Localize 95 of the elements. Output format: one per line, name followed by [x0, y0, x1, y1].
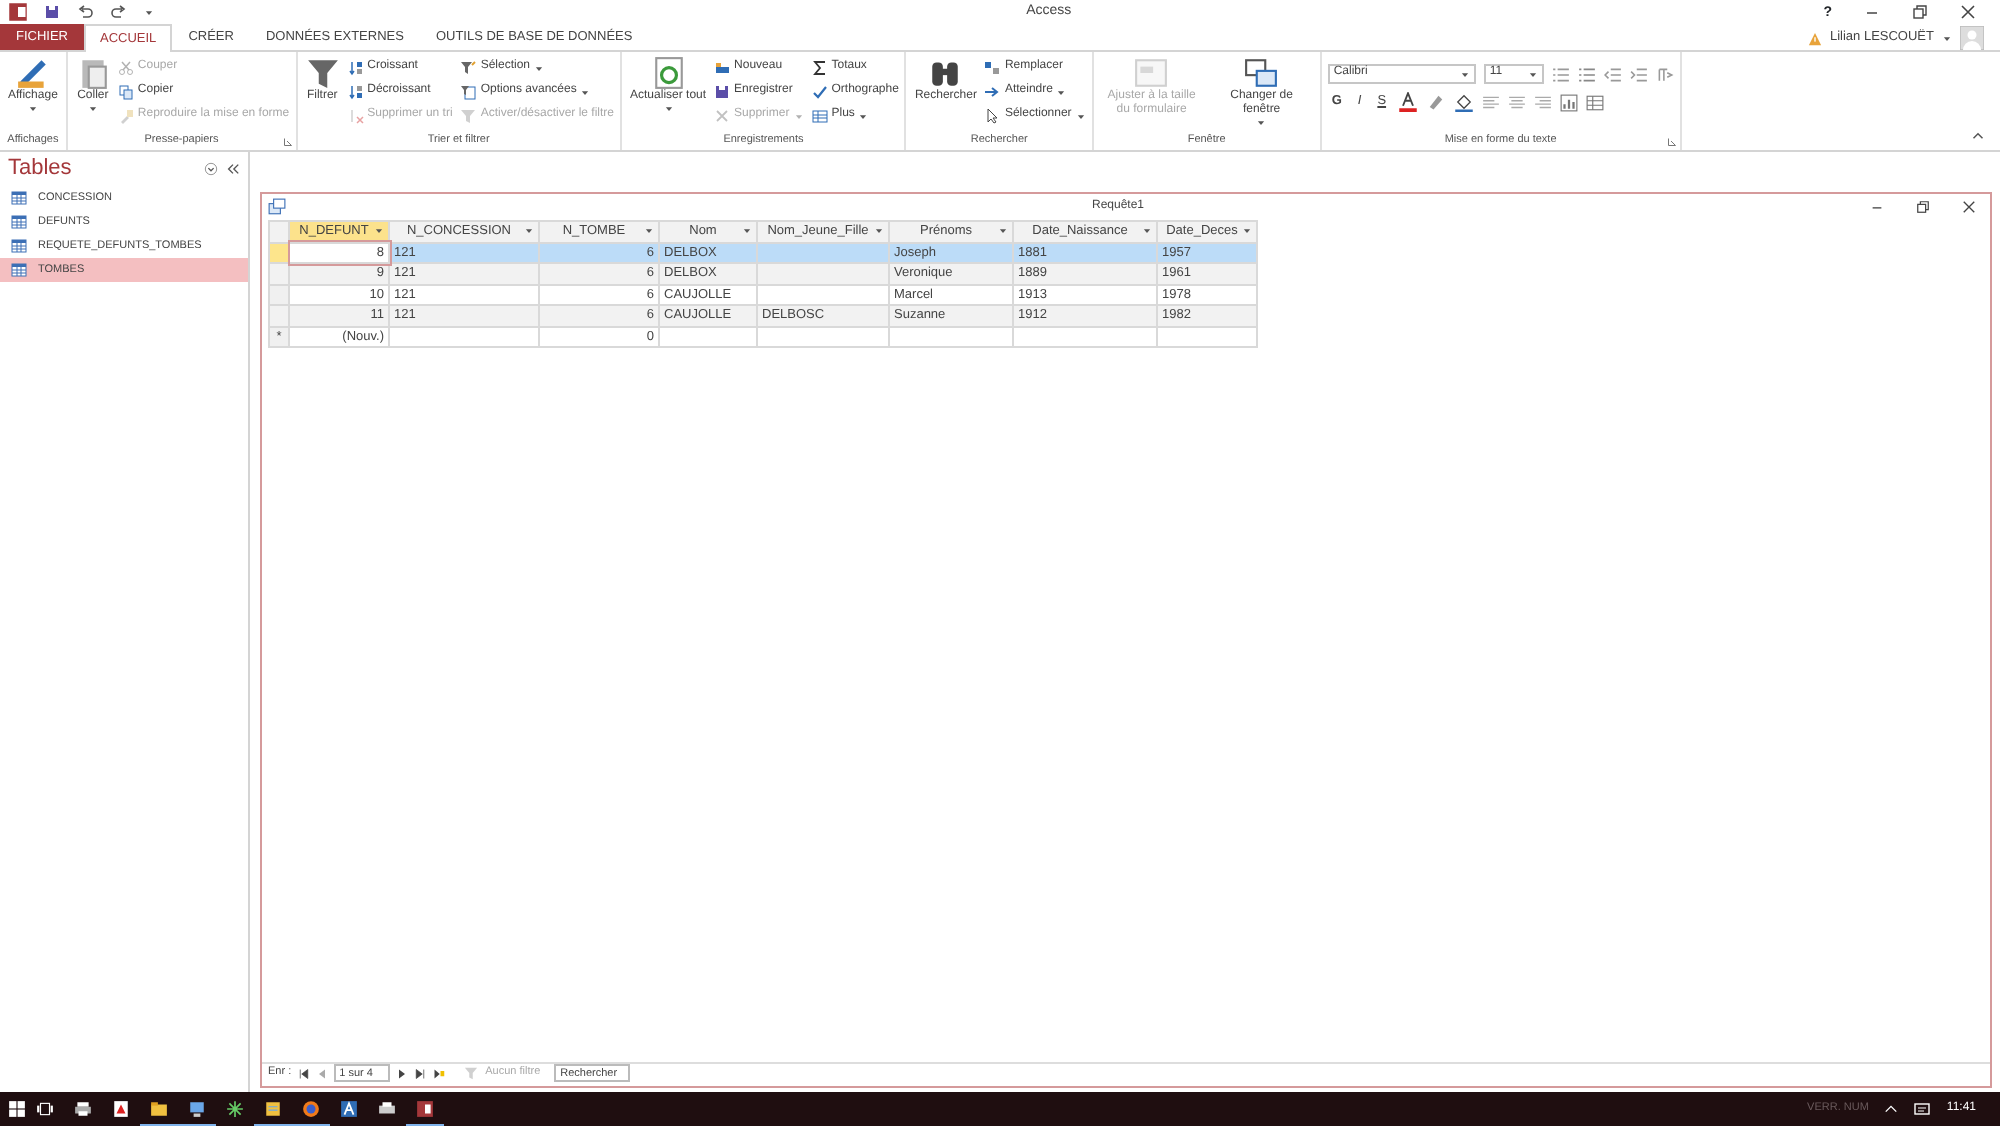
sort-caret-icon[interactable]: [1142, 226, 1152, 237]
caret-icon: [534, 63, 544, 73]
dropdown-circle-icon[interactable]: [204, 162, 218, 177]
sort-caret-icon[interactable]: [998, 226, 1008, 237]
pdf-icon: [112, 1100, 130, 1118]
filter-icon: [463, 1066, 478, 1080]
filter-icon: [460, 108, 477, 124]
app-logo-icon: [8, 2, 28, 22]
numbered-list-icon[interactable]: [1577, 65, 1596, 83]
caret-icon: [1942, 33, 1952, 43]
printer-icon: [378, 1100, 396, 1118]
caret-icon: [793, 111, 804, 121]
highlighter-icon[interactable]: [1426, 92, 1447, 112]
pointer-icon: [984, 108, 1001, 124]
paragraph-direction-icon[interactable]: [1655, 65, 1674, 83]
folder-icon: [150, 1099, 168, 1117]
sort-caret-icon[interactable]: [742, 226, 752, 237]
copy-icon: [117, 84, 134, 100]
globe-icon: [302, 1099, 320, 1117]
new-record-icon[interactable]: [431, 1067, 446, 1079]
undo-icon[interactable]: [76, 4, 94, 20]
notifications-icon[interactable]: [1914, 1101, 1931, 1117]
printer-icon: [74, 1100, 92, 1118]
save-icon[interactable]: [44, 4, 60, 20]
next-record-icon[interactable]: [395, 1067, 408, 1079]
warning-icon: [1807, 31, 1822, 45]
close-icon[interactable]: [1962, 200, 1976, 214]
sparkle-icon: [226, 1100, 244, 1118]
decrease-indent-icon[interactable]: [1603, 65, 1622, 83]
restore-icon[interactable]: [1916, 200, 1930, 214]
checkmark-icon: [811, 84, 828, 100]
filter-icon: [305, 56, 340, 90]
chevron-up-icon[interactable]: [1884, 1102, 1899, 1116]
close-icon[interactable]: [1960, 4, 1976, 20]
network-icon: [188, 1099, 206, 1117]
caret-icon: [1527, 69, 1538, 79]
access-icon: [416, 1099, 434, 1117]
save-icon: [714, 84, 731, 100]
letter-a-icon: [340, 1100, 358, 1118]
caret-icon: [87, 104, 98, 115]
sort-caret-icon[interactable]: [524, 226, 534, 237]
sort-caret-icon[interactable]: [374, 226, 384, 237]
customize-caret-icon[interactable]: [144, 7, 154, 17]
gridlines-icon[interactable]: [1586, 93, 1605, 111]
sort-caret-icon[interactable]: [644, 226, 654, 237]
task-view-icon: [36, 1100, 54, 1118]
collapse-pane-icon[interactable]: [226, 162, 240, 177]
caret-icon: [1075, 111, 1086, 121]
restore-icon[interactable]: [1912, 4, 1928, 20]
collapse-ribbon-icon[interactable]: [1972, 130, 1984, 142]
start-icon[interactable]: [8, 1100, 26, 1118]
selection-filter-icon: [460, 60, 477, 76]
paintbrush-icon: [117, 108, 134, 124]
caret-icon: [1056, 87, 1067, 97]
clear-sort-icon: [347, 108, 364, 124]
dialog-launcher-icon[interactable]: [283, 138, 292, 146]
delete-icon: [714, 108, 731, 124]
fill-bucket-icon[interactable]: [1454, 92, 1475, 112]
sort-descending-icon: [347, 84, 364, 100]
scissors-icon: [117, 60, 134, 76]
pencil-ruler-icon: [15, 56, 50, 90]
increase-indent-icon[interactable]: [1629, 65, 1648, 83]
new-record-icon: [714, 60, 731, 76]
form-icon: [1134, 56, 1169, 90]
pane-title: Tables: [6, 154, 74, 184]
table-icon: [811, 108, 828, 124]
redo-icon[interactable]: [110, 4, 128, 20]
caret-icon: [663, 104, 674, 115]
table-icon: [10, 190, 28, 207]
first-record-icon[interactable]: [297, 1067, 310, 1079]
caret-icon: [580, 87, 591, 97]
replace-icon: [984, 60, 1001, 76]
refresh-icon: [651, 56, 686, 90]
query-icon: [268, 198, 286, 216]
sort-caret-icon[interactable]: [1242, 226, 1252, 237]
table-icon: [10, 214, 28, 231]
caret-icon: [1459, 69, 1470, 79]
caret-icon: [1256, 118, 1267, 129]
font-color-icon[interactable]: [1398, 92, 1419, 112]
arrow-right-icon: [984, 84, 1001, 100]
notes-icon: [264, 1099, 282, 1117]
bullet-list-icon[interactable]: [1551, 65, 1570, 83]
last-record-icon[interactable]: [413, 1067, 426, 1079]
table-icon: [10, 238, 28, 255]
caret-icon: [27, 104, 38, 115]
table-icon: [10, 262, 28, 279]
chart-icon[interactable]: [1560, 93, 1579, 111]
sort-ascending-icon: [347, 60, 364, 76]
binoculars-icon: [928, 56, 963, 90]
advanced-filter-icon: [460, 84, 477, 100]
sort-caret-icon[interactable]: [874, 226, 884, 237]
windows-icon: [1244, 56, 1279, 90]
dialog-launcher-icon[interactable]: [1667, 138, 1676, 146]
caret-icon: [858, 111, 869, 121]
sigma-icon: [811, 60, 828, 76]
